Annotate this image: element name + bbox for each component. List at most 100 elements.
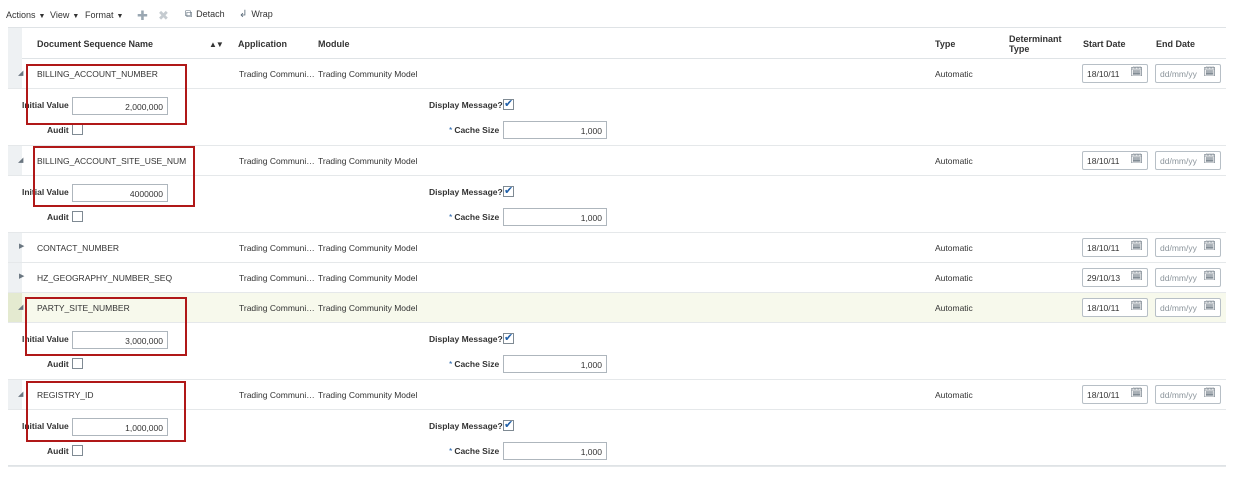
display-message-label: Display Message? [429, 421, 503, 431]
audit-checkbox[interactable] [72, 124, 83, 135]
calendar-icon[interactable]: 🗓 [1130, 301, 1143, 312]
wrap-icon: ↲ [239, 9, 248, 20]
document-sequence-table: Document Sequence Name ▲▼ Application Mo… [8, 27, 1226, 467]
table-row[interactable]: ▶ HZ_GEOGRAPHY_NUMBER_SEQ Trading Commun… [8, 263, 1226, 293]
end-date-placeholder: dd/mm/yy [1160, 303, 1197, 313]
calendar-icon[interactable]: 🗓 [1130, 241, 1143, 252]
collapse-icon[interactable]: ◢ [18, 303, 23, 311]
x-icon[interactable]: ✖ [158, 8, 169, 24]
col-type[interactable]: Type [935, 39, 955, 49]
sort-icon[interactable]: ▲▼ [209, 40, 224, 49]
cache-size-input[interactable]: 1,000 [503, 355, 607, 373]
required-icon: * [449, 212, 453, 222]
start-date-input[interactable]: 18/10/11 🗓 [1082, 151, 1148, 170]
highlight-box [33, 146, 195, 207]
calendar-icon[interactable]: 🗓 [1203, 301, 1216, 312]
cache-size-input[interactable]: 1,000 [503, 442, 607, 460]
audit-label: Audit [47, 125, 69, 135]
plus-icon[interactable]: ✚ [137, 8, 148, 24]
type-value: Automatic [935, 303, 973, 313]
cache-size-text: 1,000 [580, 360, 602, 370]
highlight-box [26, 381, 186, 442]
calendar-icon[interactable]: 🗓 [1130, 154, 1143, 165]
col-start-date[interactable]: Start Date [1083, 39, 1126, 49]
row-detail: Initial Value 3,000,000 Audit Display Me… [8, 323, 1226, 380]
application-value: Trading Communi… [239, 390, 315, 400]
wrap-button[interactable]: ↲ Wrap [239, 9, 273, 20]
audit-checkbox[interactable] [72, 211, 83, 222]
table-row[interactable]: ◢ PARTY_SITE_NUMBER Trading Communi… Tra… [8, 293, 1226, 323]
display-message-checkbox[interactable] [503, 184, 514, 197]
detach-icon: ⧉ [185, 9, 193, 20]
row-detail: Initial Value 2,000,000 Audit Display Me… [8, 89, 1226, 146]
start-date-input[interactable]: 18/10/11 🗓 [1082, 238, 1148, 257]
calendar-icon[interactable]: 🗓 [1130, 271, 1143, 282]
audit-checkbox[interactable] [72, 445, 83, 456]
start-date-input[interactable]: 18/10/11 🗓 [1082, 64, 1148, 83]
caret-down-icon: ▼ [116, 13, 124, 20]
collapse-icon[interactable]: ◢ [18, 156, 23, 164]
caret-down-icon: ▼ [72, 13, 80, 20]
sequence-name: HZ_GEOGRAPHY_NUMBER_SEQ [37, 273, 173, 283]
collapse-icon[interactable]: ◢ [18, 69, 23, 77]
cache-size-input[interactable]: 1,000 [503, 121, 607, 139]
cache-size-text: 1,000 [580, 126, 602, 136]
end-date-placeholder: dd/mm/yy [1160, 156, 1197, 166]
display-message-checkbox[interactable] [503, 418, 514, 431]
collapse-icon[interactable]: ◢ [18, 390, 23, 398]
display-message-label: Display Message? [429, 187, 503, 197]
detach-label: Detach [196, 9, 225, 19]
display-message-checkbox[interactable] [503, 331, 514, 344]
actions-menu[interactable]: Actions ▼ [6, 10, 45, 20]
calendar-icon[interactable]: 🗓 [1130, 388, 1143, 399]
start-date-value: 18/10/11 [1087, 303, 1120, 313]
audit-checkbox[interactable] [72, 358, 83, 369]
cache-size-label-text: Cache Size [454, 125, 500, 135]
view-menu[interactable]: View ▼ [50, 10, 79, 20]
calendar-icon[interactable]: 🗓 [1203, 67, 1216, 78]
end-date-input[interactable]: dd/mm/yy 🗓 [1155, 385, 1221, 404]
end-date-input[interactable]: dd/mm/yy 🗓 [1155, 238, 1221, 257]
calendar-icon[interactable]: 🗓 [1203, 271, 1216, 282]
end-date-input[interactable]: dd/mm/yy 🗓 [1155, 268, 1221, 287]
col-end-date[interactable]: End Date [1156, 39, 1195, 49]
calendar-icon[interactable]: 🗓 [1203, 154, 1216, 165]
module-value: Trading Community Model [318, 390, 418, 400]
end-date-input[interactable]: dd/mm/yy 🗓 [1155, 151, 1221, 170]
highlight-box [26, 64, 187, 125]
cache-size-label: * Cache Size [449, 212, 499, 222]
calendar-icon[interactable]: 🗓 [1130, 67, 1143, 78]
module-value: Trading Community Model [318, 303, 418, 313]
table-row[interactable]: ▶ CONTACT_NUMBER Trading Communi… Tradin… [8, 233, 1226, 263]
start-date-input[interactable]: 18/10/11 🗓 [1082, 298, 1148, 317]
expand-icon[interactable]: ▶ [19, 242, 24, 250]
application-value: Trading Communi… [239, 156, 315, 166]
start-date-input[interactable]: 29/10/13 🗓 [1082, 268, 1148, 287]
detach-button[interactable]: ⧉ Detach [185, 9, 225, 20]
table-row[interactable]: ◢ REGISTRY_ID Trading Communi… Trading C… [8, 380, 1226, 410]
col-determinant-type[interactable]: Determinant Type [1009, 34, 1062, 54]
end-date-placeholder: dd/mm/yy [1160, 243, 1197, 253]
application-value: Trading Communi… [239, 69, 315, 79]
display-message-checkbox[interactable] [503, 97, 514, 110]
table-row[interactable]: ◢ BILLING_ACCOUNT_NUMBER Trading Communi… [8, 59, 1226, 89]
calendar-icon[interactable]: 🗓 [1203, 388, 1216, 399]
cache-size-label: * Cache Size [449, 446, 499, 456]
end-date-input[interactable]: dd/mm/yy 🗓 [1155, 64, 1221, 83]
type-value: Automatic [935, 69, 973, 79]
calendar-icon[interactable]: 🗓 [1203, 241, 1216, 252]
cache-size-input[interactable]: 1,000 [503, 208, 607, 226]
end-date-input[interactable]: dd/mm/yy 🗓 [1155, 298, 1221, 317]
start-date-value: 18/10/11 [1087, 243, 1120, 253]
format-menu[interactable]: Format ▼ [85, 10, 123, 20]
col-application[interactable]: Application [238, 39, 287, 49]
start-date-value: 18/10/11 [1087, 390, 1120, 400]
type-value: Automatic [935, 390, 973, 400]
audit-label: Audit [47, 212, 69, 222]
application-value: Trading Communi… [239, 303, 315, 313]
col-module[interactable]: Module [318, 39, 350, 49]
expand-icon[interactable]: ▶ [19, 272, 24, 280]
col-document-sequence-name[interactable]: Document Sequence Name [37, 39, 153, 49]
toolbar: Actions ▼ View ▼ Format ▼ ✚ ✖ ⧉ Detach ↲ Wrap [0, 6, 1242, 24]
start-date-input[interactable]: 18/10/11 🗓 [1082, 385, 1148, 404]
